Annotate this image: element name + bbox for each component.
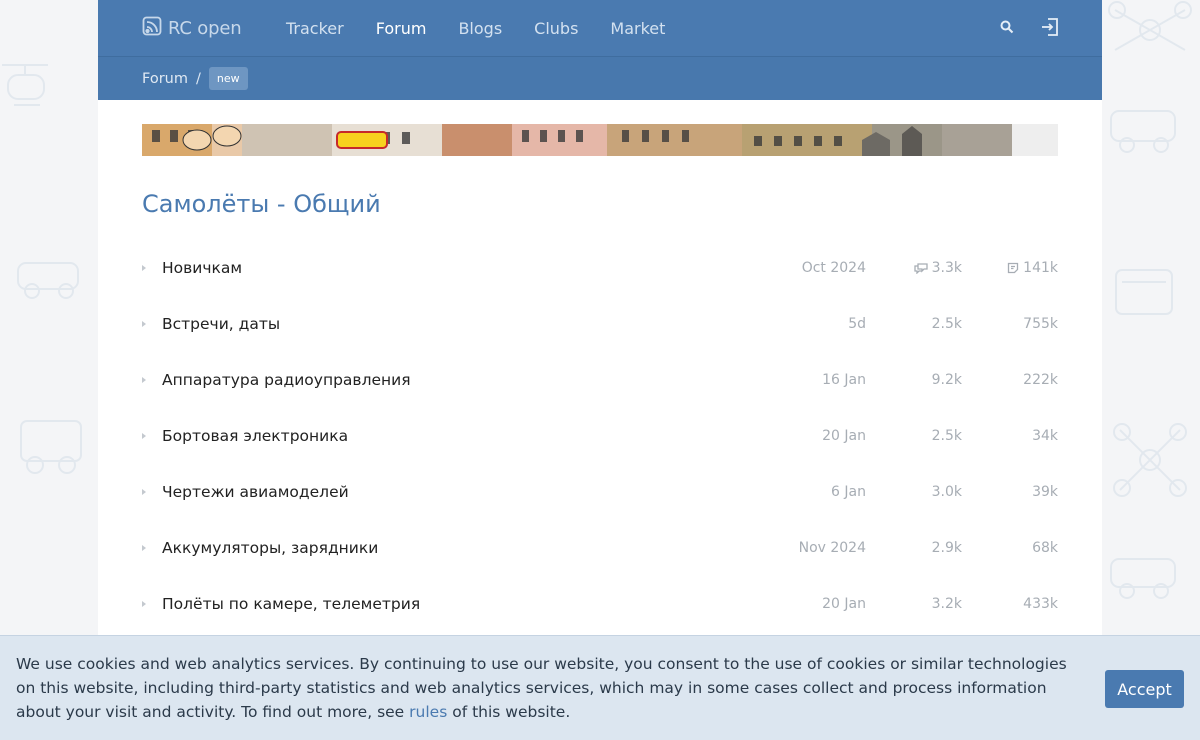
expand-caret-icon[interactable] <box>142 321 146 327</box>
forum-row[interactable]: Новичкам Oct 2024 3.3k 141k <box>142 240 1058 296</box>
top-navbar: RC open Tracker Forum Blogs Clubs Market <box>98 0 1102 56</box>
nav-blogs[interactable]: Blogs <box>458 19 502 38</box>
header-actions <box>1000 17 1060 37</box>
topics-count: 2.5k <box>931 428 962 444</box>
site-logo[interactable]: RC open <box>142 16 286 40</box>
ad-banner[interactable] <box>142 124 1058 156</box>
topics-count: 3.2k <box>931 596 962 612</box>
nav-forum[interactable]: Forum <box>376 19 427 38</box>
car-doodle-icon-3 <box>1110 558 1176 599</box>
nav-tracker[interactable]: Tracker <box>286 19 344 38</box>
forum-title[interactable]: Полёты по камере, телеметрия <box>162 595 420 613</box>
forum-row[interactable]: Аккумуляторы, зарядники Nov 2024 2.9k 68… <box>142 520 1058 576</box>
topics-count: 2.9k <box>931 540 962 556</box>
topics-icon <box>913 263 928 274</box>
forum-title[interactable]: Аккумуляторы, зарядники <box>162 539 378 557</box>
posts-count: 755k <box>1023 316 1058 332</box>
topics-count: 9.2k <box>931 372 962 388</box>
posts-count: 222k <box>1023 372 1058 388</box>
forum-row[interactable]: Полёты по камере, телеметрия 20 Jan 3.2k… <box>142 576 1058 632</box>
accept-cookies-button[interactable]: Accept <box>1105 670 1184 708</box>
forum-title[interactable]: Чертежи авиамоделей <box>162 483 349 501</box>
helicopter-doodle-icon <box>2 64 48 106</box>
posts-count: 34k <box>1032 428 1058 444</box>
expand-caret-icon[interactable] <box>142 601 146 607</box>
cookie-notice-text: We use cookies and web analytics service… <box>16 652 1086 724</box>
topics-count-value: 3.3k <box>931 260 962 276</box>
expand-caret-icon[interactable] <box>142 545 146 551</box>
breadcrumb-forum[interactable]: Forum <box>142 71 188 87</box>
forum-row[interactable]: Бортовая электроника 20 Jan 2.5k 34k <box>142 408 1058 464</box>
nav-clubs[interactable]: Clubs <box>534 19 578 38</box>
banner-illustration <box>142 124 1058 156</box>
cookie-text-after: of this website. <box>447 703 571 721</box>
last-post-date: 16 Jan <box>822 372 866 388</box>
breadcrumb-separator: / <box>195 70 201 87</box>
topics-count: 2.5k <box>931 316 962 332</box>
drone-doodle-icon <box>1108 1 1192 51</box>
forum-row[interactable]: Чертежи авиамоделей 6 Jan 3.0k 39k <box>142 464 1058 520</box>
posts-count: 68k <box>1032 540 1058 556</box>
posts-count: 141k <box>978 260 1058 276</box>
login-icon[interactable] <box>1040 17 1060 37</box>
truck-doodle-icon <box>20 420 82 474</box>
breadcrumb: Forum / new <box>98 56 1102 100</box>
car-doodle-icon <box>17 262 79 299</box>
expand-caret-icon[interactable] <box>142 489 146 495</box>
last-post-date: Oct 2024 <box>801 260 866 276</box>
forum-title[interactable]: Бортовая электроника <box>162 427 348 445</box>
category-title: Самолёты - Общий <box>142 190 381 218</box>
logo-text: RC open <box>168 17 242 39</box>
last-post-date: 20 Jan <box>822 428 866 444</box>
forum-row[interactable]: Встречи, даты 5d 2.5k 755k <box>142 296 1058 352</box>
main-nav: Tracker Forum Blogs Clubs Market <box>286 19 697 38</box>
last-post-date: 6 Jan <box>831 484 866 500</box>
forum-title[interactable]: Аппаратура радиоуправления <box>162 371 411 389</box>
logo-icon <box>142 16 162 40</box>
forum-title[interactable]: Встречи, даты <box>162 315 280 333</box>
posts-count: 39k <box>1032 484 1058 500</box>
forum-list: Новичкам Oct 2024 3.3k 141k Встречи, дат… <box>142 240 1058 632</box>
expand-caret-icon[interactable] <box>142 377 146 383</box>
topics-count: 3.0k <box>931 484 962 500</box>
last-post-date: Nov 2024 <box>798 540 866 556</box>
posts-count: 433k <box>1023 596 1058 612</box>
last-post-date: 20 Jan <box>822 596 866 612</box>
drone-doodle-icon-2 <box>1113 423 1187 497</box>
forum-title[interactable]: Новичкам <box>162 259 242 277</box>
cookie-consent-banner: We use cookies and web analytics service… <box>0 635 1200 740</box>
posts-icon <box>1008 262 1019 274</box>
nav-market[interactable]: Market <box>610 19 665 38</box>
last-post-date: 5d <box>848 316 866 332</box>
topics-count: 3.3k <box>882 260 962 276</box>
posts-count-value: 141k <box>1023 260 1058 276</box>
forum-row[interactable]: Аппаратура радиоуправления 16 Jan 9.2k 2… <box>142 352 1058 408</box>
expand-caret-icon[interactable] <box>142 433 146 439</box>
cookie-rules-link[interactable]: rules <box>409 703 447 721</box>
breadcrumb-new-badge[interactable]: new <box>208 67 248 90</box>
truck-doodle-icon-2 <box>1115 269 1173 315</box>
page-container: RC open Tracker Forum Blogs Clubs Market… <box>98 0 1102 740</box>
search-icon[interactable] <box>1000 20 1014 34</box>
expand-caret-icon[interactable] <box>142 265 146 271</box>
car-doodle-icon-2 <box>1110 110 1176 153</box>
